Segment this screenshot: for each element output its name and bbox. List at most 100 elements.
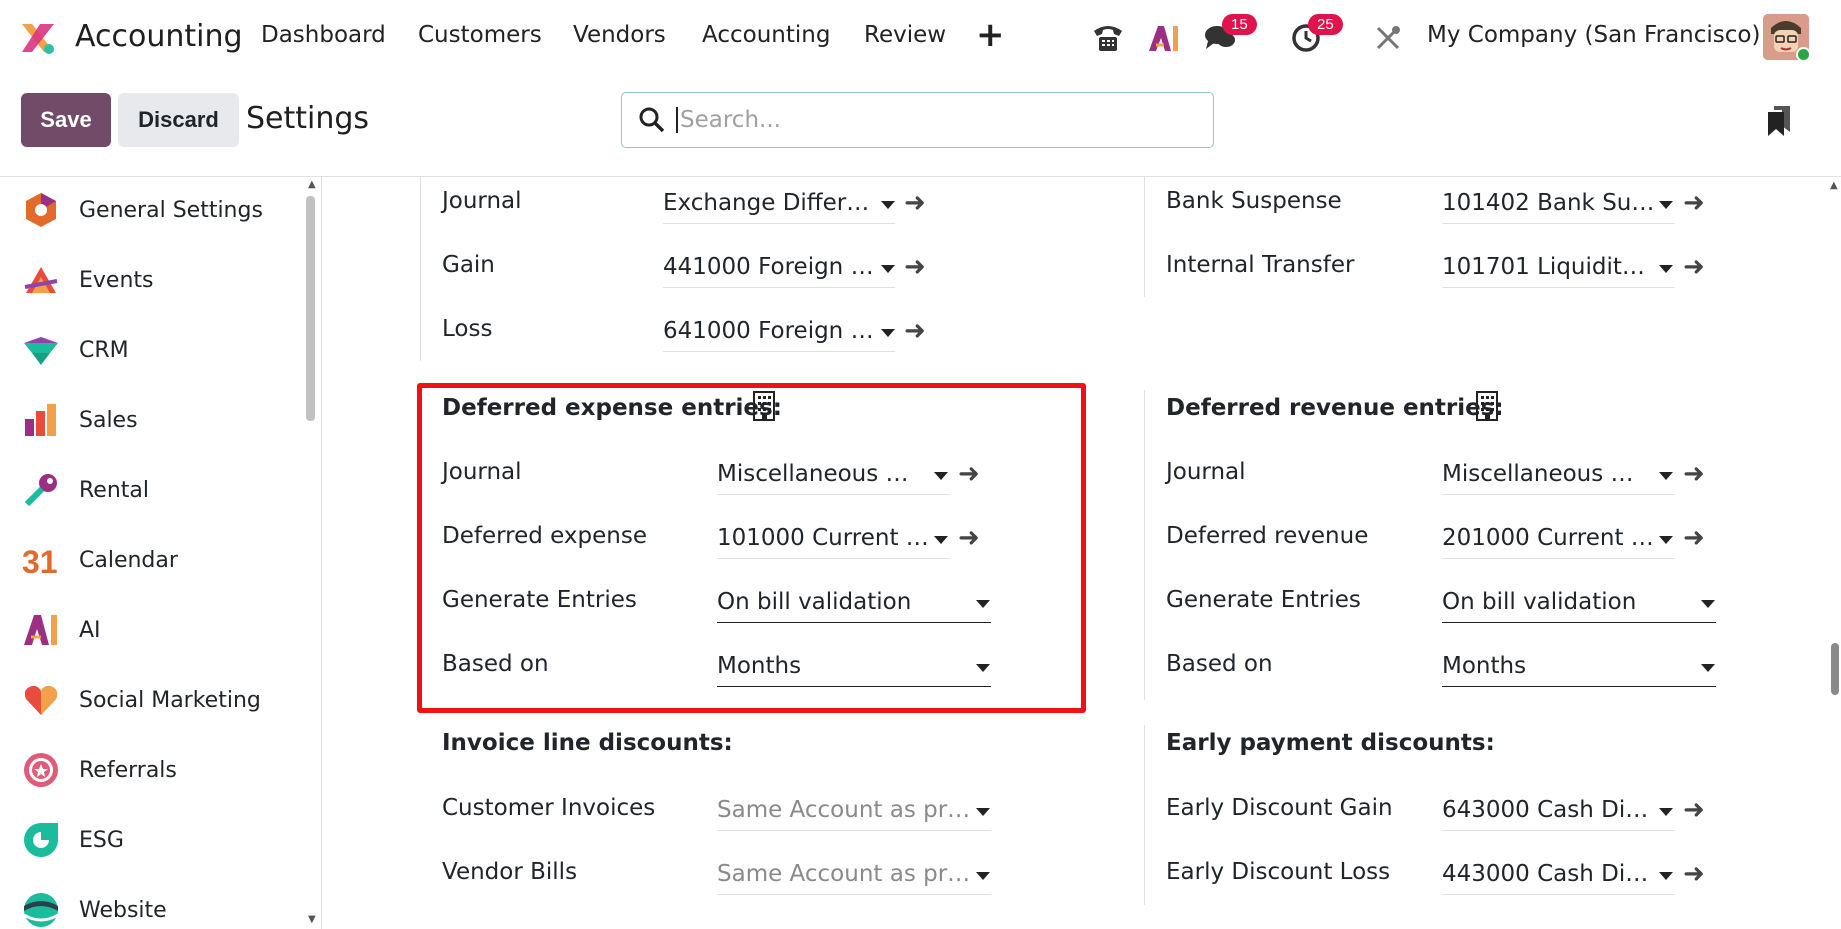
bank-suspense-select[interactable]: 101402 Bank Su… bbox=[1442, 184, 1675, 224]
exchange-loss-select[interactable]: 641000 Foreign … bbox=[663, 312, 895, 352]
menu-accounting[interactable]: Accounting bbox=[702, 22, 830, 48]
internal-link-arrow-icon[interactable]: ➜ bbox=[958, 523, 980, 553]
chevron-down-icon[interactable] bbox=[1701, 664, 1715, 672]
deferred-revenue-account-select[interactable]: 201000 Current … bbox=[1442, 519, 1675, 559]
messages-icon[interactable]: 15 bbox=[1202, 14, 1257, 56]
sidebar-item-referrals[interactable]: Referrals bbox=[0, 740, 300, 800]
internal-link-arrow-icon[interactable]: ➜ bbox=[1683, 795, 1705, 825]
vendor-bills-select[interactable]: Same Account as pr… bbox=[717, 855, 991, 895]
early-discount-gain-label: Early Discount Gain bbox=[1166, 795, 1393, 821]
app-name[interactable]: Accounting bbox=[75, 19, 243, 54]
deferred-revenue-generate-select[interactable]: On bill validation bbox=[1442, 583, 1716, 623]
menu-review[interactable]: Review bbox=[864, 22, 946, 48]
exchange-loss-label: Loss bbox=[442, 316, 493, 342]
sidebar-scroll-down-icon[interactable]: ▼ bbox=[308, 914, 316, 925]
search-input[interactable] bbox=[676, 107, 1176, 133]
bookmark-icon[interactable] bbox=[1768, 106, 1790, 136]
deferred-expense-based-select[interactable]: Months bbox=[717, 647, 991, 687]
early-discount-gain-select[interactable]: 643000 Cash Di… bbox=[1442, 791, 1675, 831]
search-bar[interactable] bbox=[621, 92, 1214, 148]
menu-dashboard[interactable]: Dashboard bbox=[261, 22, 386, 48]
menu-customers[interactable]: Customers bbox=[418, 22, 542, 48]
accounting-app-logo-icon[interactable] bbox=[18, 18, 58, 58]
chevron-down-icon[interactable] bbox=[976, 664, 990, 672]
chevron-down-icon[interactable] bbox=[881, 329, 895, 337]
internal-link-arrow-icon[interactable]: ➜ bbox=[904, 316, 926, 346]
sidebar-item-sales[interactable]: Sales bbox=[0, 390, 300, 450]
main-scroll-up-icon[interactable]: ▲ bbox=[1830, 180, 1838, 191]
deferred-expense-generate-select[interactable]: On bill validation bbox=[717, 583, 991, 623]
internal-link-arrow-icon[interactable]: ➜ bbox=[1683, 252, 1705, 282]
exchange-loss-value: 641000 Foreign … bbox=[663, 318, 874, 344]
chevron-down-icon[interactable] bbox=[934, 536, 948, 544]
sidebar-item-label: Social Marketing bbox=[79, 687, 261, 713]
deferred-revenue-title: Deferred revenue entries: bbox=[1166, 395, 1504, 421]
menu-vendors[interactable]: Vendors bbox=[573, 22, 666, 48]
deferred-revenue-journal-label: Journal bbox=[1166, 459, 1246, 485]
chevron-down-icon[interactable] bbox=[976, 872, 990, 880]
exchange-gain-label: Gain bbox=[442, 252, 495, 278]
user-avatar[interactable] bbox=[1763, 14, 1809, 60]
internal-link-arrow-icon[interactable]: ➜ bbox=[904, 188, 926, 218]
chevron-down-icon[interactable] bbox=[1659, 201, 1673, 209]
deferred-revenue-journal-select[interactable]: Miscellaneous … bbox=[1442, 455, 1675, 495]
chevron-down-icon[interactable] bbox=[1659, 808, 1673, 816]
social-marketing-icon bbox=[24, 685, 58, 715]
chevron-down-icon[interactable] bbox=[1659, 265, 1673, 273]
sidebar-item-ai[interactable]: AI bbox=[0, 600, 300, 660]
sidebar-scroll-up-icon[interactable]: ▲ bbox=[308, 179, 316, 190]
main-scrollbar[interactable] bbox=[1831, 643, 1839, 695]
sidebar-item-calendar[interactable]: 31 Calendar bbox=[0, 530, 300, 590]
chevron-down-icon[interactable] bbox=[1659, 536, 1673, 544]
ai-icon[interactable] bbox=[1146, 20, 1182, 56]
internal-link-arrow-icon[interactable]: ➜ bbox=[1683, 188, 1705, 218]
chevron-down-icon[interactable] bbox=[934, 472, 948, 480]
exchange-journal-select[interactable]: Exchange Differ… bbox=[663, 184, 895, 224]
sidebar-item-label: Referrals bbox=[79, 757, 177, 783]
add-menu-button[interactable]: + bbox=[976, 15, 1005, 55]
sidebar-item-general-settings[interactable]: General Settings bbox=[0, 180, 300, 240]
sidebar-item-crm[interactable]: CRM bbox=[0, 320, 300, 380]
company-switcher[interactable]: My Company (San Francisco) bbox=[1427, 22, 1760, 48]
internal-link-arrow-icon[interactable]: ➜ bbox=[1683, 523, 1705, 553]
deferred-revenue-based-select[interactable]: Months bbox=[1442, 647, 1716, 687]
chevron-down-icon[interactable] bbox=[1659, 472, 1673, 480]
vendor-bills-placeholder: Same Account as pr… bbox=[717, 861, 971, 887]
chevron-down-icon[interactable] bbox=[1701, 600, 1715, 608]
sidebar-item-esg[interactable]: ESG bbox=[0, 810, 300, 870]
website-icon bbox=[23, 893, 59, 927]
internal-link-arrow-icon[interactable]: ➜ bbox=[958, 459, 980, 489]
deferred-expense-account-select[interactable]: 101000 Current … bbox=[717, 519, 950, 559]
chevron-down-icon[interactable] bbox=[881, 201, 895, 209]
customer-invoices-select[interactable]: Same Account as pr… bbox=[717, 791, 991, 831]
deferred-expense-generate-label: Generate Entries bbox=[442, 587, 637, 613]
discard-button[interactable]: Discard bbox=[118, 93, 239, 147]
internal-link-arrow-icon[interactable]: ➜ bbox=[904, 252, 926, 282]
deferred-expense-journal-select[interactable]: Miscellaneous … bbox=[717, 455, 950, 495]
deferred-expense-journal-value: Miscellaneous … bbox=[717, 461, 909, 487]
chevron-down-icon[interactable] bbox=[1659, 872, 1673, 880]
sidebar-item-events[interactable]: Events bbox=[0, 250, 300, 310]
exchange-journal-label: Journal bbox=[442, 188, 522, 214]
chevron-down-icon[interactable] bbox=[881, 265, 895, 273]
tools-icon[interactable] bbox=[1370, 20, 1406, 56]
sidebar-item-label: AI bbox=[79, 617, 101, 643]
internal-link-arrow-icon[interactable]: ➜ bbox=[1683, 459, 1705, 489]
chevron-down-icon[interactable] bbox=[976, 808, 990, 816]
chevron-down-icon[interactable] bbox=[976, 600, 990, 608]
internal-link-arrow-icon[interactable]: ➜ bbox=[1683, 859, 1705, 889]
early-discount-loss-select[interactable]: 443000 Cash Di… bbox=[1442, 855, 1675, 895]
sidebar-scrollbar[interactable] bbox=[306, 196, 315, 421]
internal-transfer-select[interactable]: 101701 Liquidit… bbox=[1442, 248, 1675, 288]
phone-icon[interactable] bbox=[1090, 20, 1126, 56]
early-payment-title: Early payment discounts: bbox=[1166, 730, 1495, 756]
deferred-revenue-generate-label: Generate Entries bbox=[1166, 587, 1361, 613]
sidebar-item-rental[interactable]: Rental bbox=[0, 460, 300, 520]
customer-invoices-placeholder: Same Account as pr… bbox=[717, 797, 971, 823]
save-button[interactable]: Save bbox=[21, 93, 111, 147]
activities-clock-icon[interactable]: 25 bbox=[1288, 14, 1343, 56]
settings-sidebar: ▲ ▼ General Settings Events CRM Sales Re… bbox=[0, 177, 322, 929]
sidebar-item-social-marketing[interactable]: Social Marketing bbox=[0, 670, 300, 730]
exchange-gain-select[interactable]: 441000 Foreign … bbox=[663, 248, 895, 288]
sidebar-item-website[interactable]: Website bbox=[0, 880, 300, 929]
